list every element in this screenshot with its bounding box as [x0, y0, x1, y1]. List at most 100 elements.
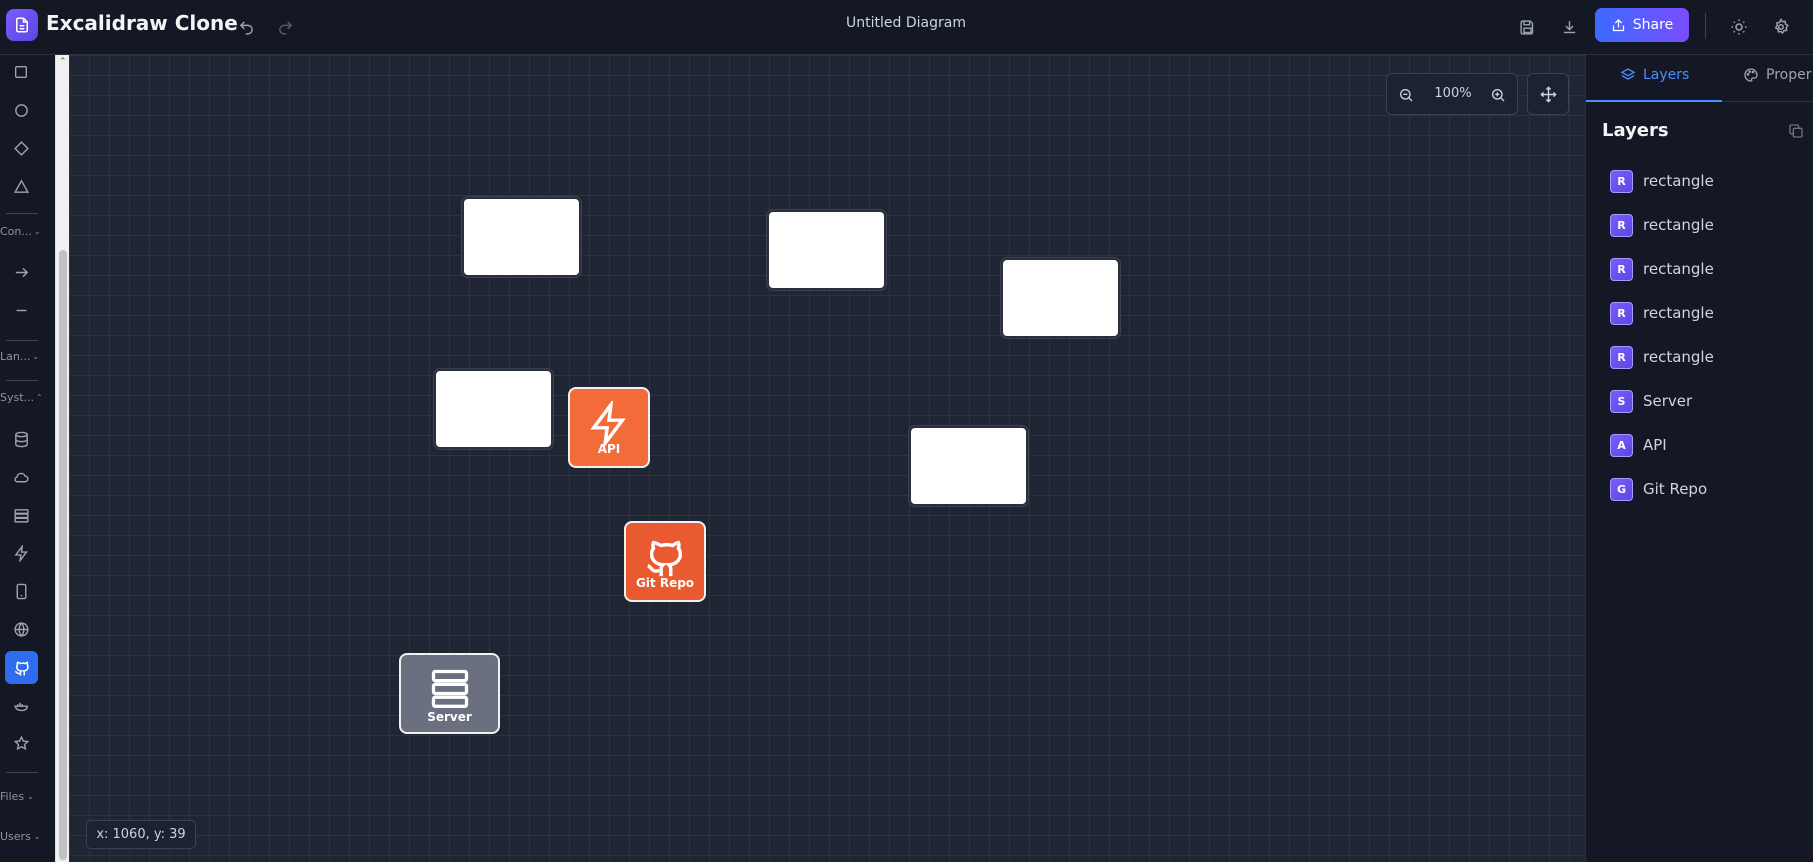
server-icon [13, 508, 29, 523]
chevron-down-icon: ⌄ [27, 792, 34, 801]
layer-item[interactable]: R rectangle [1610, 300, 1714, 326]
section-files-toggle[interactable]: Files ⌄ [0, 790, 46, 803]
section-users-toggle[interactable]: Users ⌄ [0, 830, 46, 843]
undo-button[interactable] [233, 14, 259, 40]
layer-item[interactable]: R rectangle [1610, 256, 1714, 282]
rectangle-tool[interactable] [9, 60, 33, 84]
cloud-tool[interactable] [9, 465, 33, 489]
node-label: Server [427, 710, 472, 724]
layer-name: rectangle [1643, 172, 1714, 190]
database-icon [14, 431, 28, 447]
triangle-tool[interactable] [9, 174, 33, 198]
layer-item[interactable]: A API [1610, 432, 1667, 458]
layer-item[interactable]: G Git Repo [1610, 476, 1707, 502]
mobile-tool[interactable] [9, 579, 33, 603]
section-languages-toggle[interactable]: Lan... ⌄ [0, 350, 46, 363]
layer-name: API [1643, 436, 1667, 454]
share-label: Share [1632, 17, 1674, 33]
tab-label: Proper [1766, 67, 1812, 83]
layer-item[interactable]: S Server [1610, 388, 1692, 414]
rectangle-shape[interactable] [767, 210, 886, 290]
section-label: Lan... [0, 350, 31, 363]
scrollbar-thumb[interactable] [59, 250, 67, 860]
section-connectors-toggle[interactable]: Con... ⌄ [0, 225, 46, 238]
toolbar-divider [1705, 13, 1706, 39]
cursor-coordinates: x: 1060, y: 39 [86, 820, 196, 849]
server-icon [431, 669, 468, 708]
download-icon [1563, 20, 1575, 33]
zoom-out-icon [1400, 89, 1413, 102]
zoom-in-icon [1492, 89, 1505, 102]
undo-icon [239, 20, 253, 35]
scroll-up-icon[interactable]: ⌃ [59, 57, 67, 67]
share-icon [1612, 18, 1624, 31]
github-tool[interactable] [5, 651, 38, 684]
section-label: Users [0, 830, 31, 843]
layer-item[interactable]: R rectangle [1610, 212, 1714, 238]
layer-name: rectangle [1643, 304, 1714, 322]
layer-type-badge: R [1610, 345, 1633, 369]
layer-type-badge: R [1610, 301, 1633, 325]
panel-tabs: Layers Proper [1586, 55, 1813, 102]
drawing-canvas[interactable]: API Git Repo Server [69, 55, 1585, 862]
triangle-icon [13, 178, 29, 193]
docker-icon [13, 702, 28, 711]
left-toolbar: Con... ⌄ Lan... ⌄ Syst... ⌃ Files ⌄ User… [0, 55, 55, 862]
share-button[interactable]: Share [1595, 8, 1689, 42]
tab-properties[interactable]: Proper [1743, 67, 1811, 83]
git-repo-node[interactable]: Git Repo [624, 521, 706, 602]
panel-title: Layers [1602, 120, 1669, 141]
rectangle-shape[interactable] [909, 426, 1028, 506]
database-tool[interactable] [9, 427, 33, 451]
layer-item[interactable]: R rectangle [1610, 168, 1714, 194]
layer-name: Server [1643, 392, 1693, 410]
toolbar-divider [6, 340, 38, 341]
line-tool[interactable] [9, 298, 33, 322]
zoom-out-button[interactable] [1395, 84, 1417, 106]
github-icon [647, 540, 683, 577]
toolbar-divider [6, 380, 38, 381]
pan-move-button[interactable] [1527, 73, 1569, 115]
globe-icon [13, 621, 29, 637]
settings-button[interactable] [1768, 14, 1794, 40]
layer-type-badge: R [1610, 213, 1633, 237]
node-label: API [597, 442, 621, 456]
ellipse-tool[interactable] [9, 98, 33, 122]
document-icon [16, 17, 28, 33]
diamond-tool[interactable] [9, 136, 33, 160]
arrow-tool[interactable] [9, 260, 33, 284]
section-label: Files [0, 790, 25, 803]
section-label: Con... [0, 225, 32, 238]
circle-icon [14, 103, 28, 117]
right-panel: Layers Proper Layers R rectangle R recta… [1585, 55, 1813, 862]
docker-tool[interactable] [9, 693, 33, 717]
layer-item[interactable]: R rectangle [1610, 344, 1714, 370]
badge-tool[interactable] [9, 731, 33, 755]
section-system-toggle[interactable]: Syst... ⌃ [0, 391, 46, 404]
globe-tool[interactable] [9, 617, 33, 641]
server-tool[interactable] [9, 503, 33, 527]
layer-name: rectangle [1643, 348, 1714, 366]
layer-type-badge: R [1610, 169, 1633, 193]
duplicate-layer-button[interactable] [1788, 123, 1806, 141]
zoom-in-button[interactable] [1487, 84, 1509, 106]
lightning-tool[interactable] [9, 541, 33, 565]
toolbar-scrollbar[interactable]: ⌃ [55, 55, 69, 862]
chevron-up-icon: ⌃ [36, 393, 43, 402]
tab-layers[interactable]: Layers [1620, 67, 1689, 83]
toolbar-divider [6, 213, 38, 214]
api-node[interactable]: API [568, 387, 650, 468]
rectangle-shape[interactable] [462, 197, 581, 277]
layers-icon [1620, 68, 1636, 80]
redo-button[interactable] [272, 14, 298, 40]
rectangle-shape[interactable] [434, 369, 553, 449]
theme-toggle-button[interactable] [1726, 14, 1752, 40]
chevron-down-icon: ⌄ [33, 832, 41, 841]
line-icon [16, 309, 26, 311]
save-button[interactable] [1514, 14, 1540, 40]
download-button[interactable] [1556, 14, 1582, 40]
lightning-icon [590, 401, 626, 447]
server-node[interactable]: Server [399, 653, 500, 734]
document-title[interactable]: Untitled Diagram [806, 15, 1006, 31]
rectangle-shape[interactable] [1001, 258, 1120, 338]
